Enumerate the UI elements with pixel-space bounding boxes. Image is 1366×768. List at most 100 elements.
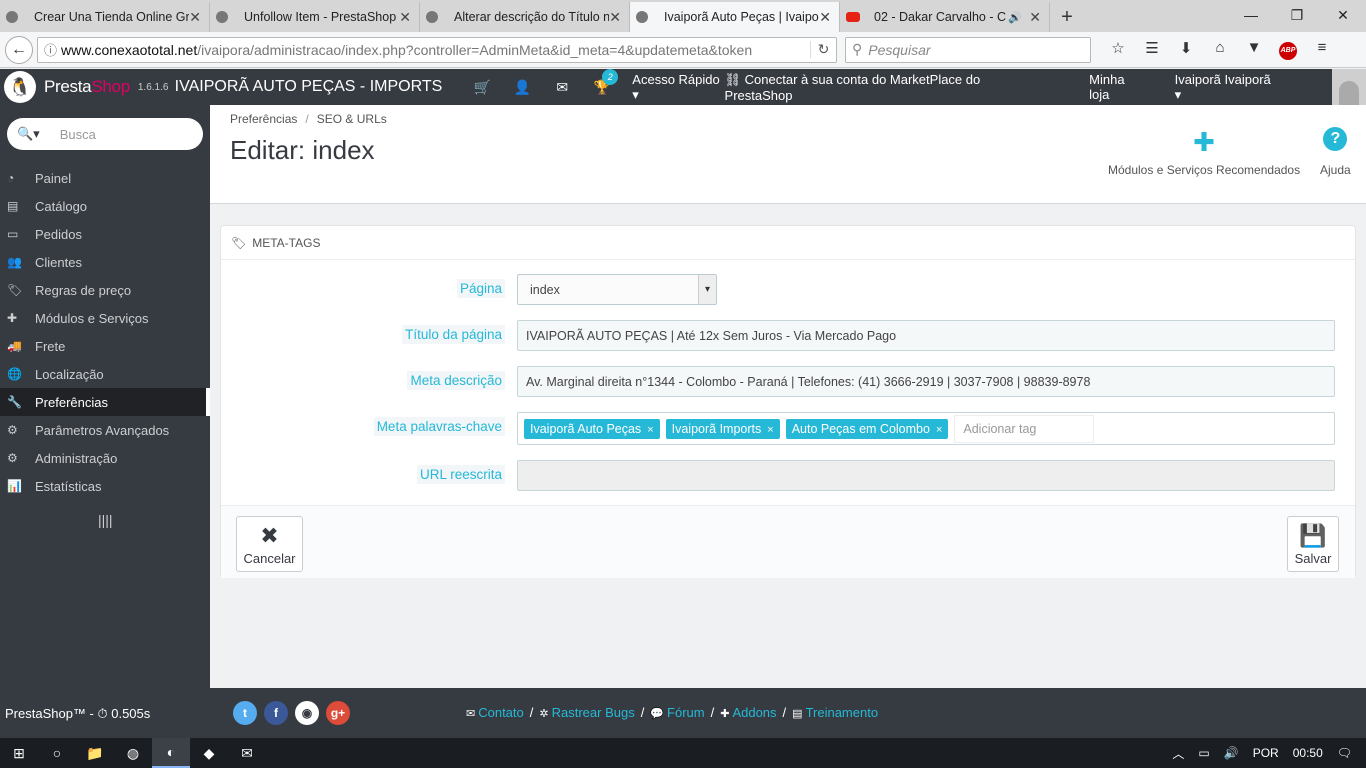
sidebar-item-pedidos[interactable]: ▭ Pedidos xyxy=(0,220,210,248)
outlook-icon[interactable]: ✉ xyxy=(228,738,266,768)
browser-search-input[interactable]: ⚲ Pesquisar xyxy=(845,36,1091,63)
tag-icon: 🏷 xyxy=(7,283,23,297)
reading-list-icon[interactable]: ☰ xyxy=(1135,39,1169,60)
remove-tag-icon[interactable]: × xyxy=(647,424,653,436)
add-tag-input[interactable]: Adicionar tag xyxy=(954,414,1095,443)
page-select[interactable]: index ▾ xyxy=(517,274,717,305)
pocket-icon[interactable]: ▼ xyxy=(1237,39,1271,60)
minimize-icon[interactable]: — xyxy=(1228,0,1274,30)
address-bar[interactable]: ⓘ www.conexaototal.net/ivaipora/administ… xyxy=(37,36,837,63)
user-icon[interactable]: 👤 xyxy=(502,79,542,96)
breadcrumb: Preferências / SEO & URLs xyxy=(230,112,387,126)
notifications-icon[interactable]: 🗨 xyxy=(1337,746,1352,760)
recommended-modules-button[interactable]: ✚ Módulos e Serviços Recomendados xyxy=(1108,127,1300,177)
download-icon[interactable]: ⬇ xyxy=(1169,39,1203,60)
close-tab-icon[interactable]: ✕ xyxy=(609,9,621,26)
sidebar-item-estatisticas[interactable]: 📊 Estatísticas xyxy=(0,472,210,500)
question-icon: ? xyxy=(1323,127,1348,151)
remove-tag-icon[interactable]: × xyxy=(936,424,942,436)
browser-tab[interactable]: Unfollow Item - PrestaShop ✕ xyxy=(210,2,420,32)
quick-access-dropdown[interactable]: Acesso Rápido ▾ xyxy=(632,72,724,103)
bluestacks-icon[interactable]: ◆ xyxy=(190,738,228,768)
breadcrumb-item[interactable]: Preferências xyxy=(230,112,297,126)
keywords-tag-input[interactable]: Ivaiporã Auto Peças × Ivaiporã Imports × A… xyxy=(517,412,1335,445)
clock[interactable]: 00:50 xyxy=(1293,746,1323,760)
addons-link[interactable]: ✚ Addons xyxy=(720,705,776,720)
info-icon[interactable]: ⓘ xyxy=(44,40,57,59)
browser-tab-active[interactable]: Ivaiporã Auto Peças | Ivaipor ✕ xyxy=(630,2,840,32)
my-shop-link[interactable]: Minha loja xyxy=(1089,72,1145,102)
training-link[interactable]: ▤ Treinamento xyxy=(792,705,878,720)
avatar[interactable] xyxy=(1332,69,1366,105)
menu-icon[interactable]: ≡ xyxy=(1305,39,1339,60)
meta-description-input[interactable]: Av. Marginal direita n°1344 - Colombo - … xyxy=(517,366,1335,397)
puffin-logo-icon: 🐧 xyxy=(4,71,36,103)
save-button[interactable]: 💾 Salvar xyxy=(1287,516,1339,572)
collapse-sidebar-icon[interactable]: |||| xyxy=(98,512,210,528)
restore-icon[interactable]: ❐ xyxy=(1274,0,1320,30)
twitter-icon[interactable]: t xyxy=(233,701,257,725)
sidebar-item-clientes[interactable]: 👥 Clientes xyxy=(0,248,210,276)
envelope-icon[interactable]: ✉ xyxy=(542,79,582,96)
sidebar-item-localizacao[interactable]: 🌐 Localização xyxy=(0,360,210,388)
cortana-icon[interactable]: ○ xyxy=(38,738,76,768)
close-tab-icon[interactable]: ✕ xyxy=(189,9,201,26)
close-tab-icon[interactable]: ✕ xyxy=(819,9,831,26)
firefox-icon[interactable]: ◐ xyxy=(152,738,190,768)
github-icon[interactable]: ◉ xyxy=(295,701,319,725)
sidebar-item-administracao[interactable]: ⚙ Administração xyxy=(0,444,210,472)
adblock-icon[interactable]: ABP xyxy=(1271,39,1305,60)
user-menu[interactable]: Ivaiporã Ivaiporã ▾ xyxy=(1175,72,1303,103)
sidebar-item-regras-preco[interactable]: 🏷 Regras de preço xyxy=(0,276,210,304)
puzzle-icon: ✚ xyxy=(720,708,730,720)
sidebar-item-frete[interactable]: 🚚 Frete xyxy=(0,332,210,360)
new-tab-button[interactable]: + xyxy=(1050,2,1084,32)
url-rewrite-input[interactable] xyxy=(517,460,1335,491)
marketplace-link[interactable]: ⛓ Conectar à sua conta do MarketPlace do… xyxy=(725,72,1060,103)
browser-tab[interactable]: 02 - Dakar Carvalho - Co 🔊 ✕ xyxy=(840,2,1050,32)
close-tab-icon[interactable]: ✕ xyxy=(1029,9,1041,26)
browser-tab[interactable]: Alterar descrição do Título n ✕ xyxy=(420,2,630,32)
file-explorer-icon[interactable]: 📁 xyxy=(76,738,114,768)
language-indicator[interactable]: POR xyxy=(1253,746,1279,760)
network-icon[interactable]: ▭ xyxy=(1198,746,1209,760)
contact-link[interactable]: ✉ Contato xyxy=(466,705,524,720)
tray-chevron-icon[interactable]: ︿ xyxy=(1172,745,1184,762)
volume-icon[interactable]: 🔊 xyxy=(1224,746,1239,760)
page-title: Editar: index xyxy=(230,135,375,165)
favicon-icon xyxy=(426,11,438,23)
home-icon[interactable]: ⌂ xyxy=(1203,39,1237,60)
forum-link[interactable]: 💬 Fórum xyxy=(650,705,704,720)
reload-icon[interactable]: ↻ xyxy=(810,41,836,58)
cancel-button[interactable]: ✖ Cancelar xyxy=(236,516,303,572)
sidebar-item-modulos[interactable]: ✚ Módulos e Serviços xyxy=(0,304,210,332)
sidebar: 🔍▾ Busca ◔ Painel ▤ Catálogo ▭ Pedidos 👥 Cli… xyxy=(0,105,210,688)
shop-name[interactable]: IVAIPORÃ AUTO PEÇAS - IMPORTS xyxy=(175,78,443,96)
back-button[interactable]: ← xyxy=(5,35,33,64)
cart-icon[interactable]: 🛒 xyxy=(462,79,502,96)
google-plus-icon[interactable]: g+ xyxy=(326,701,350,725)
bug-tracker-link[interactable]: ✲ Rastrear Bugs xyxy=(539,705,634,720)
chrome-icon[interactable]: ◍ xyxy=(114,738,152,768)
remove-tag-icon[interactable]: × xyxy=(767,424,773,436)
wrench-icon: 🔧 xyxy=(7,395,22,409)
sidebar-item-parametros[interactable]: ⚙ Parâmetros Avançados xyxy=(0,416,210,444)
facebook-icon[interactable]: f xyxy=(264,701,288,725)
prestashop-logo[interactable]: 🐧 PrestaShop 1.6.1.6 xyxy=(0,71,199,103)
close-window-icon[interactable]: ✕ xyxy=(1320,0,1366,30)
sidebar-item-preferencias[interactable]: 🔧 Preferências xyxy=(0,388,210,416)
bookmark-star-icon[interactable]: ☆ xyxy=(1101,39,1135,60)
windows-start-icon[interactable]: ⊞ xyxy=(0,738,38,768)
admin-header: 🐧 PrestaShop 1.6.1.6 IVAIPORÃ AUTO PEÇAS… xyxy=(0,68,1366,105)
sidebar-item-catalogo[interactable]: ▤ Catálogo xyxy=(0,192,210,220)
close-tab-icon[interactable]: ✕ xyxy=(399,9,411,26)
load-time: PrestaShop™ - ⏱ 0.505s xyxy=(5,706,151,721)
sidebar-search-input[interactable]: 🔍▾ Busca xyxy=(7,118,203,150)
breadcrumb-item[interactable]: SEO & URLs xyxy=(317,112,387,126)
browser-tab[interactable]: Crear Una Tienda Online Gra ✕ xyxy=(0,2,210,32)
help-button[interactable]: ? Ajuda xyxy=(1320,127,1351,177)
sidebar-item-painel[interactable]: ◔ Painel xyxy=(0,164,210,192)
speaker-icon[interactable]: 🔊 xyxy=(1008,11,1022,24)
trophy-icon[interactable]: 🏆 2 xyxy=(582,68,622,96)
page-title-input[interactable]: IVAIPORÃ AUTO PEÇAS | Até 12x Sem Juros … xyxy=(517,320,1335,351)
